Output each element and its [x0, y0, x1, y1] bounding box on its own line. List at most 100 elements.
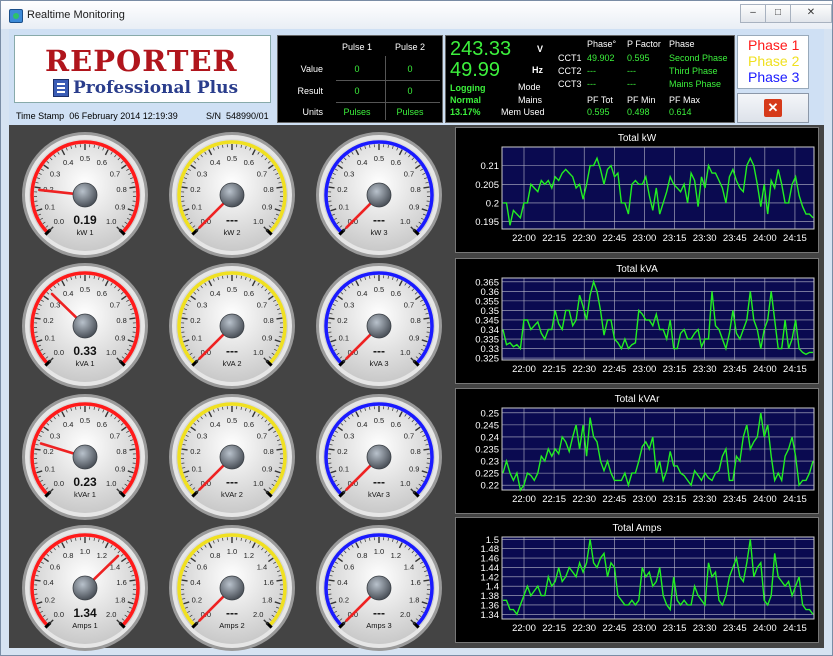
x-tick-label: 23:15 — [663, 233, 687, 244]
mains-label: Mains — [518, 95, 543, 105]
y-tick-label: 1.46 — [481, 554, 500, 565]
gauge-label: kW 2 — [223, 228, 240, 237]
gauge-tick-label: 0.3 — [197, 431, 207, 440]
gauge-tick-label: 0.6 — [50, 562, 60, 571]
x-tick-label: 23:00 — [633, 494, 657, 505]
gauge-tick-label: 0.1 — [192, 333, 202, 342]
y-tick-label: 1.48 — [481, 544, 500, 555]
gauge-kvar-2: 0.00.10.20.30.40.50.60.70.80.91.0---kVAr… — [165, 393, 300, 522]
gauge-tick-label: 0.0 — [54, 348, 64, 357]
gauge-value: --- — [373, 213, 385, 227]
gauge-tick-label: 0.2 — [190, 316, 200, 325]
phase-3-label: Phase 3 — [748, 69, 800, 85]
x-tick-label: 23:30 — [693, 494, 717, 505]
gauge-tick-label: 0.4 — [210, 420, 220, 429]
y-tick-label: 0.205 — [475, 180, 499, 191]
chart-title: Total Amps — [613, 523, 662, 534]
pulse-1-result: 0 — [354, 86, 360, 96]
gauge-tick-label: 0.0 — [54, 610, 64, 619]
gauge-tick-label: 0.4 — [190, 578, 200, 587]
gauge-tick-label: 0.1 — [192, 202, 202, 211]
header-panel: REPORTER Professional Plus Time Stamp 06… — [9, 29, 824, 125]
x-tick-label: 24:15 — [783, 494, 807, 505]
status-panel: 243.33 V 49.99 Hz Logging Mode Normal Ma… — [445, 35, 735, 123]
y-tick-label: 0.225 — [475, 469, 499, 480]
logging-status: Logging — [450, 83, 486, 93]
gauge-tick-label: 0.3 — [50, 169, 60, 178]
gauge-label: kVAr 3 — [368, 490, 390, 499]
gauge-tick — [328, 579, 335, 582]
gauge-tick-label: 1.0 — [227, 547, 237, 556]
gauge-tick-label: 0.7 — [404, 169, 414, 178]
gauge-hub — [219, 575, 245, 601]
gauge-tick-label: 0.8 — [210, 551, 220, 560]
close-window-button[interactable]: ✕ — [790, 4, 832, 23]
x-tick-label: 22:45 — [602, 494, 626, 505]
gauge-tick-label: 0.5 — [227, 154, 237, 163]
gauge-tick-label: 1.4 — [404, 562, 414, 571]
phase-legend: Phase 1 Phase 2 Phase 3 — [737, 35, 809, 89]
x-tick-label: 24:15 — [783, 364, 807, 375]
gauge-tick-label: 0.5 — [374, 285, 384, 294]
gauge-tick — [129, 448, 136, 451]
pulse-divider — [336, 80, 440, 81]
gauge-tick — [328, 186, 335, 189]
chart-title: Total kW — [618, 133, 657, 144]
x-tick-label: 24:00 — [753, 623, 777, 634]
gauge-tick-label: 1.6 — [410, 578, 420, 587]
x-tick-label: 22:15 — [542, 623, 566, 634]
gauge-tick-label: 1.2 — [244, 551, 254, 560]
gauge-tick-label: 0.9 — [262, 464, 272, 473]
gauge-hub — [366, 444, 392, 470]
gauge-tick-label: 0.8 — [357, 551, 367, 560]
y-tick-label: 0.2 — [486, 198, 499, 209]
close-monitor-button[interactable]: ✕ — [737, 93, 809, 123]
maximize-button[interactable]: □ — [765, 4, 791, 23]
gauge-tick-label: 0.8 — [263, 447, 273, 456]
gauge-value: 0.23 — [73, 475, 97, 489]
gauge-tick — [276, 579, 283, 582]
gauge-tick-label: 0.5 — [80, 416, 90, 425]
title-bar[interactable]: Realtime Monitoring – □ ✕ — [1, 1, 832, 29]
x-tick-label: 23:15 — [663, 623, 687, 634]
gauge-tick-label: 2.0 — [400, 610, 410, 619]
y-tick-label: 0.325 — [475, 354, 499, 365]
y-tick-label: 0.245 — [475, 420, 499, 431]
gauge-kvar-3: 0.00.10.20.30.40.50.60.70.80.91.0---kVAr… — [312, 393, 447, 522]
gauge-tick-label: 0.8 — [263, 316, 273, 325]
gauge-tick — [328, 317, 335, 320]
reporter-logo: REPORTER Professional Plus — [14, 35, 271, 103]
phase-degree-header: Phase° — [587, 39, 617, 49]
gauge-amps-1: 0.0 0.2 0.4 0.6 0.8 1.0 1.2 1.4 1.6 1.8 2.0 1.34 Amp… — [18, 524, 153, 653]
y-tick-label: 0.25 — [481, 408, 500, 419]
gauge-value: --- — [226, 344, 238, 358]
gauge-tick-label: 2.0 — [253, 610, 263, 619]
y-tick-label: 0.34 — [481, 325, 500, 336]
gauge-tick — [34, 186, 41, 189]
x-tick-label: 22:30 — [572, 623, 596, 634]
cct-label: CCT2 — [558, 66, 582, 76]
x-tick-label: 23:15 — [663, 364, 687, 375]
gauge-kvar-1: 0.0 0.1 0.2 0.3 0.4 0.5 0.6 0.7 0.8 0.9 1.0 0.23 kVA… — [18, 393, 153, 522]
y-tick-label: 0.24 — [481, 432, 500, 443]
memory-used-value: 13.17% — [450, 107, 481, 117]
gauge-tick — [34, 579, 41, 582]
minimize-button[interactable]: – — [740, 4, 766, 23]
gauge-tick-label: 0.5 — [227, 416, 237, 425]
gauge-tick-label: 0.6 — [244, 158, 254, 167]
gauge-tick-label: 1.8 — [262, 595, 272, 604]
pf-max-value: 0.614 — [669, 107, 692, 117]
cct-phase-degree: 49.902 — [587, 53, 615, 63]
x-tick-label: 22:30 — [572, 364, 596, 375]
gauge-tick-label: 0.0 — [54, 217, 64, 226]
timestamp-label: Time Stamp — [16, 111, 65, 121]
x-tick-label: 22:00 — [512, 364, 536, 375]
chart-total-kvar: Total kVAr 0.22 0.225 0.23 0.235 0.24 0.245 0.2… — [455, 388, 819, 514]
gauge-tick-label: 0.7 — [257, 169, 267, 178]
pf-min-value: 0.498 — [627, 107, 650, 117]
gauge-tick-label: 1.0 — [253, 217, 263, 226]
x-tick-label: 22:15 — [542, 494, 566, 505]
gauge-value: --- — [226, 475, 238, 489]
x-tick-label: 24:15 — [783, 233, 807, 244]
serial-number: S/N 548990/01 — [206, 111, 269, 121]
